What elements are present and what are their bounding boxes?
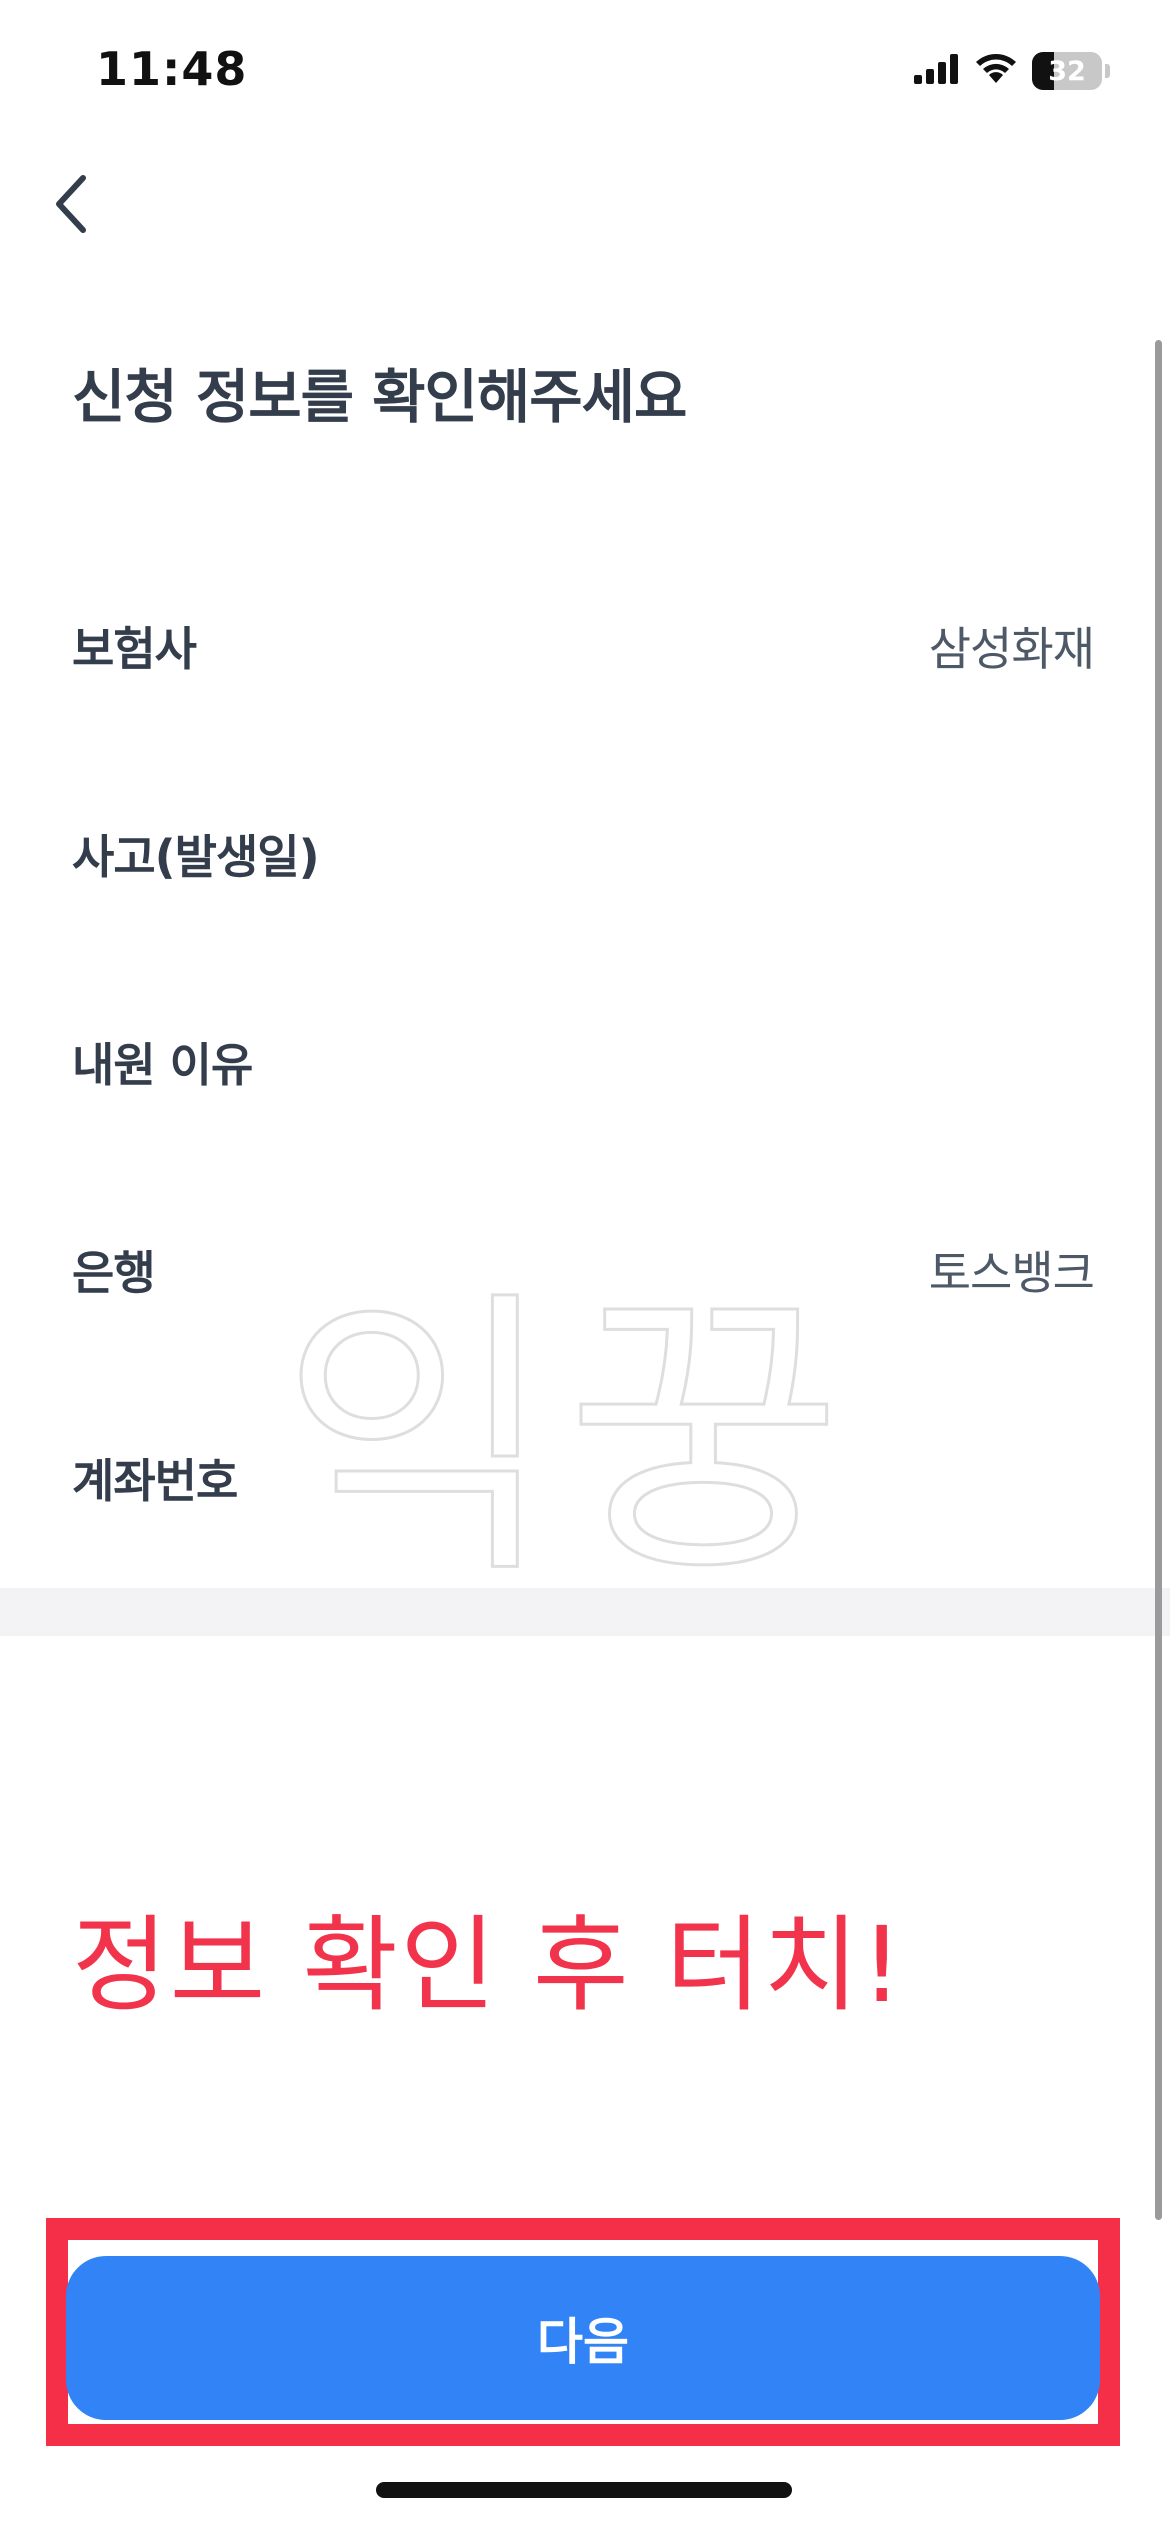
info-row-visit-reason: 내원 이유 [72, 1022, 1094, 1102]
info-label: 계좌번호 [72, 1454, 238, 1508]
wifi-icon [974, 53, 1018, 89]
info-label: 은행 [72, 1246, 156, 1300]
battery-cap [1105, 64, 1110, 78]
info-row-insurer: 보험사 삼성화재 [72, 606, 1095, 686]
info-value: 삼성화재 [928, 622, 1095, 676]
status-icons: 32 [914, 48, 1110, 94]
back-button[interactable] [44, 168, 98, 244]
info-value: 토스뱅크 [928, 1246, 1095, 1300]
info-label: 사고(발생일) [72, 830, 320, 884]
app-screen: 11:48 32 신청 정보를 확인해주세요 보험사 삼성화재 사고(발생일) … [0, 0, 1170, 2532]
info-label: 보험사 [72, 622, 197, 676]
info-row-account-number: 계좌번호 [72, 1438, 1094, 1518]
info-row-accident-date: 사고(발생일) [72, 814, 1094, 894]
info-label: 내원 이유 [72, 1038, 253, 1092]
home-indicator[interactable] [376, 2482, 792, 2498]
page-title: 신청 정보를 확인해주세요 [72, 363, 687, 431]
cellular-signal-icon [914, 54, 960, 88]
chevron-left-icon [51, 172, 91, 240]
annotation-text: 정보 확인 후 터치! [72, 1904, 905, 2026]
battery-icon: 32 [1032, 52, 1102, 90]
battery-level: 32 [1048, 55, 1086, 87]
status-time: 11:48 [96, 42, 248, 96]
next-button[interactable]: 다음 [66, 2256, 1100, 2420]
scrollbar[interactable] [1155, 340, 1162, 2220]
